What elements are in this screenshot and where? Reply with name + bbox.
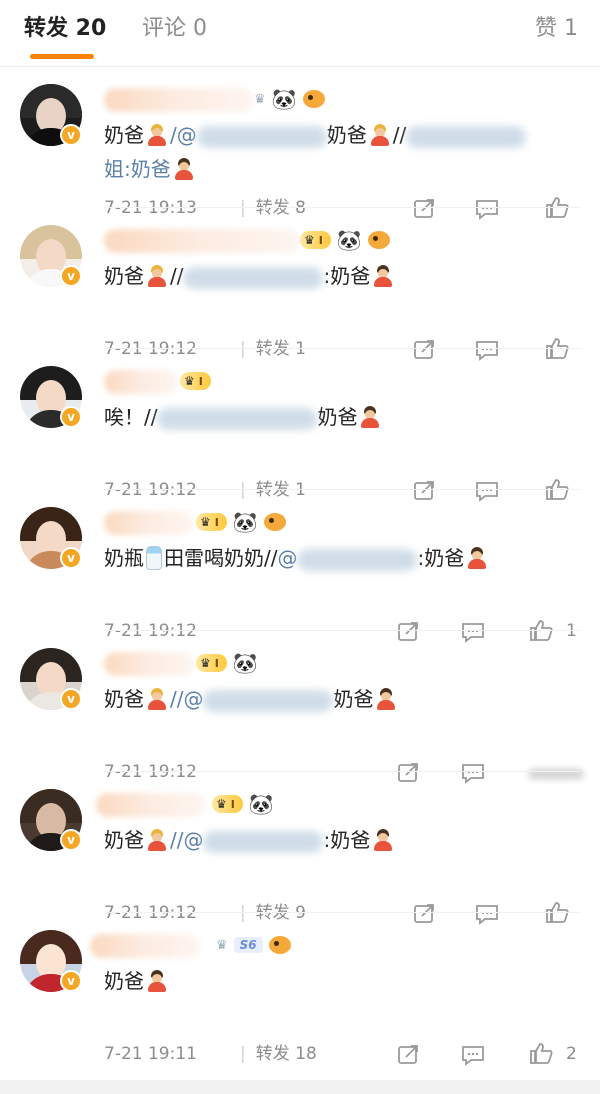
verified-badge-icon: v [60,970,82,992]
user-badges: ♛ I 🐼 [196,509,286,535]
dad-emoji-icon [146,970,168,992]
member-badge: ♛ I [300,231,331,249]
member-badge: ♛ I [196,513,227,531]
dad-emoji-icon [466,547,488,569]
comment-icon[interactable] [460,1044,486,1066]
panda-icon: 🐼 [271,87,297,111]
mention-blurred [297,548,418,571]
dad-emoji-icon [146,124,168,146]
dad-emoji-icon [372,265,394,287]
verified-badge-icon: v [60,124,82,146]
mention-blurred [406,125,527,148]
repost-content: 奶爸//@ 奶爸 [104,682,584,716]
username-blurred[interactable] [104,652,194,676]
list-item[interactable]: v ♛ I 🐼 奶爸//:奶爸 7-21 19:12 | 转发 1 [0,209,600,361]
list-item[interactable]: v ♛ I 🐼 奶瓶 田雷喝奶奶//@:奶爸 7-21 19:12 1 [0,491,600,643]
verified-badge-icon: v [60,547,82,569]
dad-emoji-icon [146,829,168,851]
panda-icon: 🐼 [232,510,258,534]
repost-content: 唉！//奶爸 [104,400,584,434]
tab-comment[interactable]: 评论 0 [142,14,207,44]
verified-badge-icon: v [60,829,82,851]
panda-icon: 🐼 [336,228,362,252]
fish-icon [263,513,286,531]
panda-icon: 🐼 [232,651,258,675]
tab-like[interactable]: 赞 1 [535,14,578,44]
bottom-bar [0,1080,600,1094]
dad-emoji-icon [173,158,195,180]
mention-blurred [183,266,324,289]
timestamp: 7-21 19:11 [104,1044,197,1064]
fish-icon [268,936,291,954]
tab-bar: 转发 20 评论 0 赞 1 [0,0,600,67]
mention-blurred [157,407,318,430]
repost-count[interactable]: | 转发 18 [240,1044,317,1064]
member-badge: ♛ I [196,654,227,672]
username-blurred[interactable] [90,934,200,958]
repost-content: 奶爸//@:奶爸 [104,823,584,857]
level-badge: S6 [233,937,263,953]
username-blurred[interactable] [104,370,178,394]
repost-content: 奶爸/@ 奶爸// 姐:奶爸 [104,118,584,186]
like-count: 2 [566,1044,577,1064]
dad-emoji-icon [359,406,381,428]
panda-icon: 🐼 [248,792,274,816]
dad-emoji-icon [375,688,397,710]
fish-icon [302,90,325,108]
share-icon[interactable] [396,1044,422,1066]
list-item[interactable]: v ♛ I 🐼 奶爸//@:奶爸 7-21 19:12 | 转发 9 [0,773,600,925]
mention-blurred [196,125,327,148]
username-blurred[interactable] [96,793,206,817]
user-badges: ♛ I 🐼 [196,650,258,676]
user-badges: ♛ I [180,368,211,394]
svip-icon: ♛ [216,937,228,953]
list-item[interactable]: v ♛ S6 奶爸 7-21 19:11 | 转发 18 2 [0,914,600,1066]
user-badges: ♛ 🐼 [254,86,325,112]
mention-blurred [203,689,334,712]
baby-bottle-icon [146,546,162,570]
list-item[interactable]: v ♛ I 唉！//奶爸 7-21 19:12 | 转发 1 [0,350,600,502]
thumbs-up-icon[interactable] [528,1042,554,1064]
tab-repost[interactable]: 转发 20 [24,14,106,44]
verified-badge-icon: v [60,406,82,428]
list-item[interactable]: v ♛ 🐼 奶爸/@ 奶爸// 姐:奶爸 7-21 19:13 | 转发 8 [0,68,600,220]
username-blurred[interactable] [104,229,300,253]
user-badges: ♛ I 🐼 [212,791,274,817]
repost-content: 奶爸 [104,964,584,998]
verified-badge-icon: v [60,265,82,287]
dad-emoji-icon [372,829,394,851]
dad-emoji-icon [146,688,168,710]
repost-content: 奶瓶 田雷喝奶奶//@:奶爸 [104,541,584,575]
username-blurred[interactable] [104,511,194,535]
dad-emoji-icon [369,124,391,146]
verified-badge-icon: v [60,688,82,710]
user-badges: ♛ I 🐼 [300,227,390,253]
dad-emoji-icon [146,265,168,287]
repost-content: 奶爸//:奶爸 [104,259,584,293]
username-blurred[interactable] [104,88,254,112]
list-item[interactable]: v ♛ I 🐼 奶爸//@ 奶爸 7-21 19:12 [0,632,600,784]
member-badge: ♛ I [180,372,211,390]
active-tab-indicator [30,54,94,59]
mention-blurred [203,830,324,853]
member-badge: ♛ I [212,795,243,813]
user-badges: ♛ S6 [216,932,291,958]
fish-icon [367,231,390,249]
crown-mini-icon: ♛ [254,91,266,107]
